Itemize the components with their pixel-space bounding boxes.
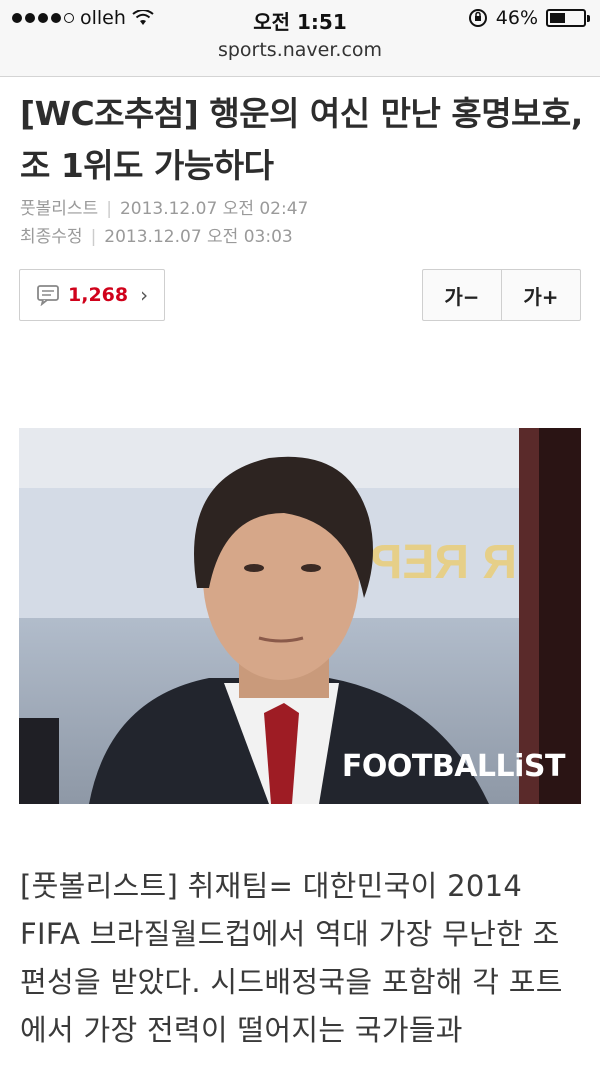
modified-date: 2013.12.07 오전 03:03 [104,227,293,247]
orientation-lock-icon [468,9,487,27]
published-date: 2013.12.07 오전 02:47 [119,199,309,219]
battery-percent: 46% [495,7,538,29]
coach-portrait-image: KOR REPUBLIC [19,428,581,804]
font-increase-button[interactable]: 가+ [501,270,580,320]
article-body: [풋볼리스트] 취재팀= 대한민국이 2014 FIFA 브라질월드컵에서 역대… [20,869,563,1047]
photo-watermark: FOOTBALLiST [341,749,566,784]
article-source: 풋볼리스트 [20,199,99,219]
address-bar[interactable]: sports.naver.com [0,36,600,77]
font-decrease-button[interactable]: 가− [423,270,501,320]
article-meta-published: 풋볼리스트 | 2013.12.07 오전 02:47 [20,199,309,219]
article-headline: [WC조추첨] 행운의 여신 만난 홍명보호, 조 1위도 가능하다 [20,94,583,185]
status-right: 46% [468,7,590,29]
article-meta-modified: 최종수정 | 2013.12.07 오전 03:03 [20,227,293,247]
font-size-controls: 가− 가+ [422,269,581,321]
modified-label: 최종수정 [20,227,83,247]
comment-icon [37,285,59,306]
article-photo[interactable]: KOR REPUBLIC FOOTBALLiST [19,428,581,804]
chevron-right-icon: › [140,283,149,307]
comment-count: 1,268 [68,284,129,306]
status-bar: olleh 오전 1:51 46% [0,0,600,36]
battery-icon [546,9,590,27]
url-text[interactable]: sports.naver.com [218,39,382,61]
comments-button[interactable]: 1,268 › [19,269,165,321]
